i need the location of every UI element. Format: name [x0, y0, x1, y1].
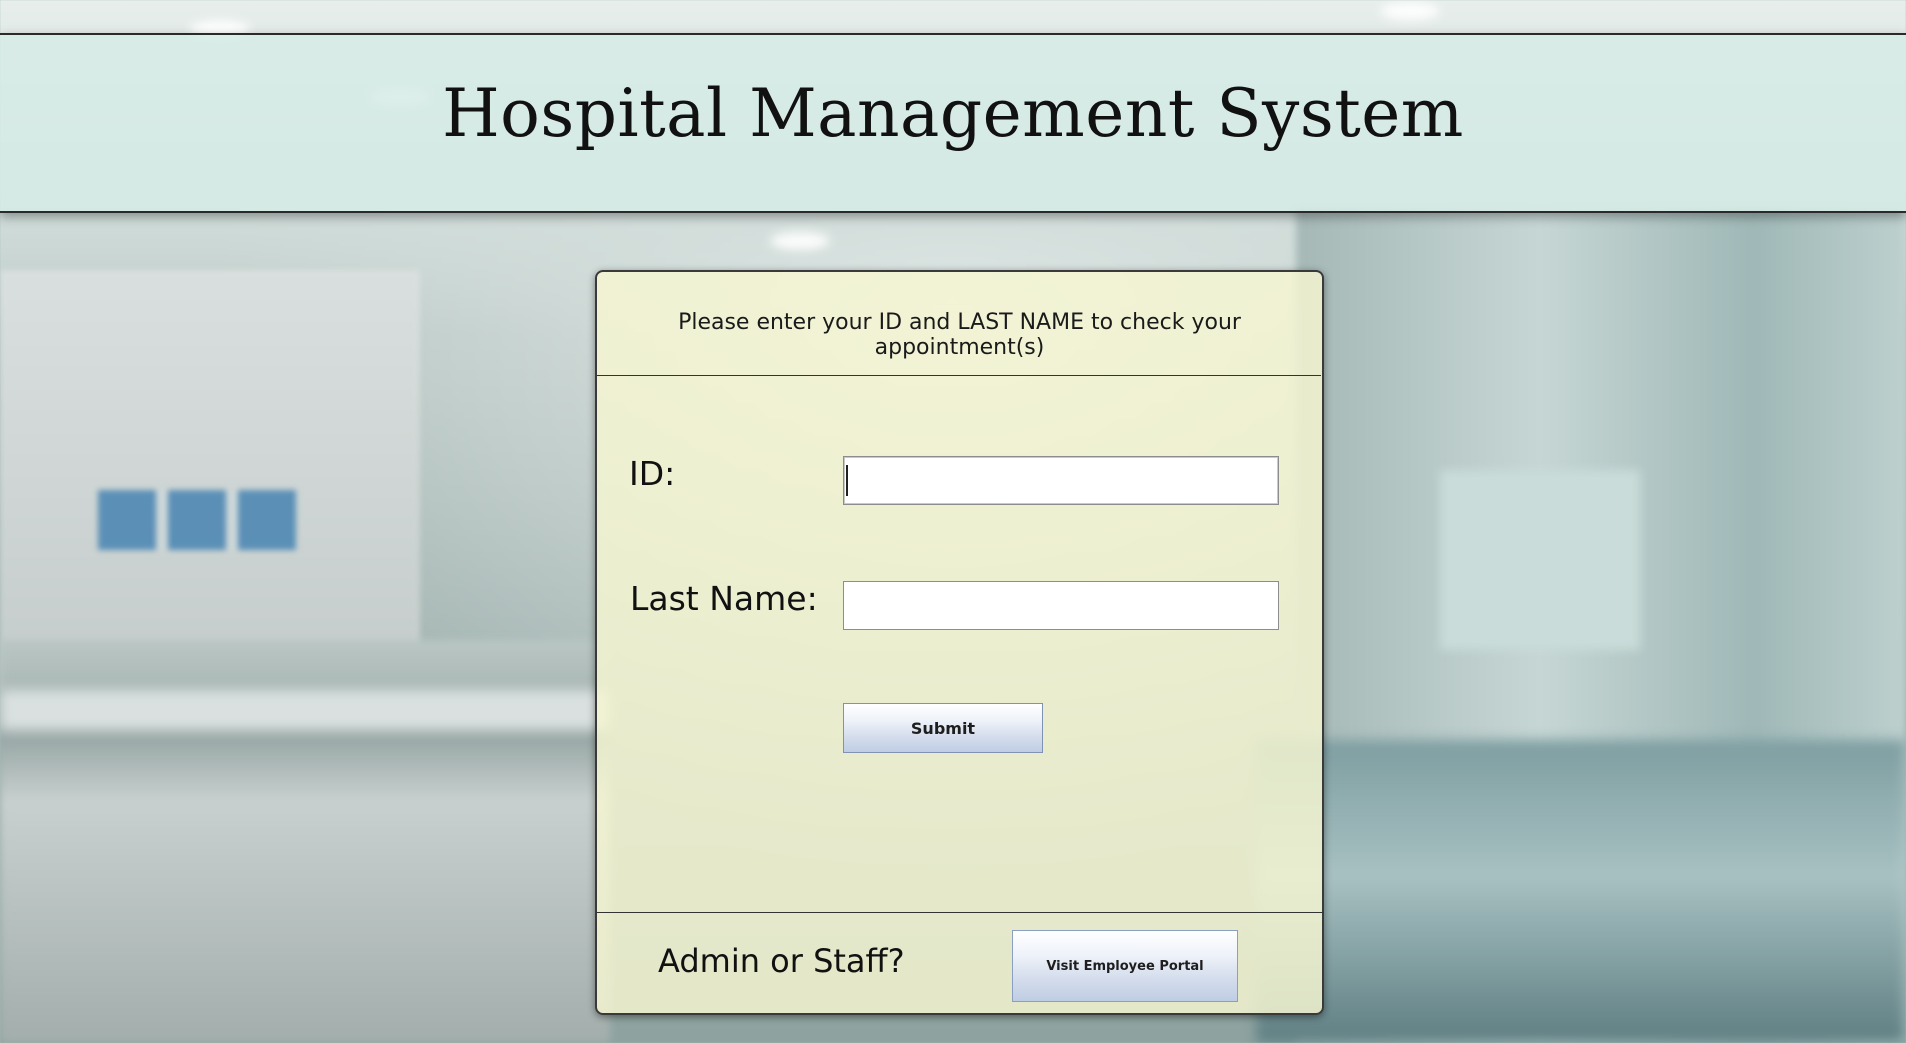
background-corridor-door	[1440, 470, 1640, 650]
id-input[interactable]	[843, 456, 1279, 505]
background-counter-top	[0, 690, 610, 730]
divider	[597, 375, 1321, 376]
submit-button[interactable]: Submit	[843, 703, 1043, 753]
text-cursor	[846, 465, 848, 496]
last-name-label: Last Name:	[630, 579, 818, 618]
background-corridor-floor	[1256, 740, 1906, 1043]
appointment-lookup-panel: Please enter your ID and LAST NAME to ch…	[595, 270, 1324, 1015]
background-left-wall	[0, 270, 420, 690]
id-label: ID:	[629, 454, 676, 493]
instructions-text: Please enter your ID and LAST NAME to ch…	[678, 310, 1241, 360]
visit-employee-portal-button[interactable]: Visit Employee Portal	[1012, 930, 1238, 1002]
page-title: Hospital Management System	[442, 75, 1464, 152]
admin-staff-prompt: Admin or Staff?	[658, 942, 905, 980]
header-banner: Hospital Management System	[0, 33, 1906, 213]
divider	[597, 912, 1324, 913]
background-monitors	[98, 490, 298, 550]
last-name-input[interactable]	[843, 581, 1279, 630]
background-ceiling-light	[1380, 2, 1440, 20]
background-ceiling-light	[770, 232, 830, 250]
